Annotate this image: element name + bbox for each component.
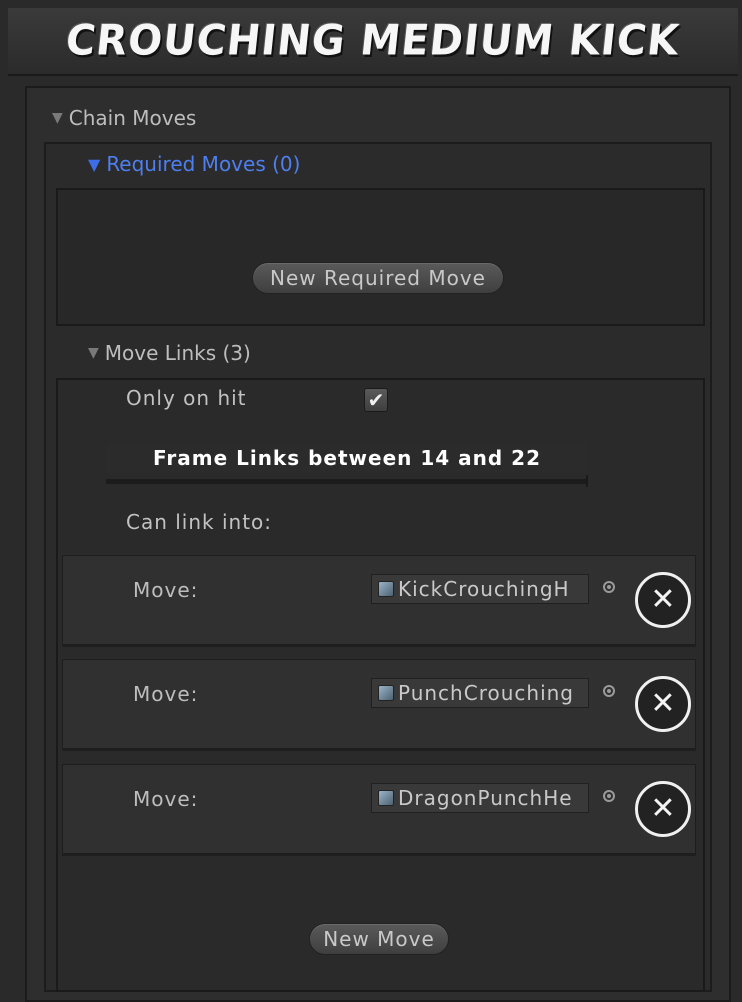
move-links-foldout[interactable]: ▼ Move Links (3) — [88, 341, 251, 365]
move-link-row: Move: PunchCrouching ✕ — [62, 659, 696, 749]
page-title: CROUCHING MEDIUM KICK — [63, 16, 683, 66]
move-object-field[interactable]: DragonPunchHe — [371, 783, 589, 813]
move-label: Move: — [133, 787, 199, 811]
title-banner: CROUCHING MEDIUM KICK — [8, 8, 738, 76]
remove-move-button[interactable]: ✕ — [635, 781, 691, 837]
move-link-row: Move: KickCrouchingH ✕ — [62, 555, 696, 645]
checkmark-icon: ✔ — [367, 388, 385, 412]
object-icon — [378, 581, 394, 597]
remove-move-button[interactable]: ✕ — [635, 676, 691, 732]
chain-moves-foldout[interactable]: ▼ Chain Moves — [52, 106, 196, 130]
can-link-into-label: Can link into: — [126, 510, 273, 534]
only-on-hit-label: Only on hit — [126, 386, 247, 410]
move-object-value: KickCrouchingH — [398, 577, 570, 601]
only-on-hit-checkbox[interactable]: ✔ — [364, 388, 388, 412]
move-links-label: Move Links (3) — [104, 341, 251, 365]
object-picker-icon[interactable] — [603, 685, 615, 697]
required-moves-foldout[interactable]: ▼ Required Moves (0) — [88, 152, 300, 176]
move-object-field[interactable]: PunchCrouching — [371, 678, 589, 708]
move-object-value: PunchCrouching — [398, 681, 574, 705]
close-icon: ✕ — [650, 686, 676, 721]
new-required-move-button[interactable]: New Required Move — [252, 262, 504, 294]
close-icon: ✕ — [650, 791, 676, 826]
move-object-field[interactable]: KickCrouchingH — [371, 574, 589, 604]
required-moves-label: Required Moves (0) — [106, 152, 301, 176]
object-picker-icon[interactable] — [603, 581, 615, 593]
triangle-down-icon: ▼ — [88, 345, 99, 361]
frame-links-text: Frame Links between 14 and 22 — [152, 446, 541, 470]
frame-links-slider[interactable]: Frame Links between 14 and 22 — [106, 443, 590, 489]
object-icon — [378, 685, 394, 701]
inspector-root: CROUCHING MEDIUM KICK ▼ Chain Moves ▼ Re… — [0, 0, 742, 1002]
object-icon — [378, 790, 394, 806]
move-label: Move: — [133, 682, 199, 706]
move-link-row: Move: DragonPunchHe ✕ — [62, 764, 696, 854]
move-object-value: DragonPunchHe — [398, 786, 573, 810]
slider-range-handle[interactable] — [586, 475, 588, 487]
object-picker-icon[interactable] — [603, 790, 615, 802]
chain-moves-label: Chain Moves — [68, 106, 197, 130]
required-moves-box — [56, 188, 705, 326]
new-move-button[interactable]: New Move — [309, 923, 449, 955]
triangle-down-icon: ▼ — [52, 110, 63, 126]
triangle-down-icon: ▼ — [88, 154, 101, 174]
remove-move-button[interactable]: ✕ — [635, 572, 691, 628]
close-icon: ✕ — [650, 582, 676, 617]
move-label: Move: — [133, 578, 199, 602]
slider-track — [106, 479, 588, 484]
